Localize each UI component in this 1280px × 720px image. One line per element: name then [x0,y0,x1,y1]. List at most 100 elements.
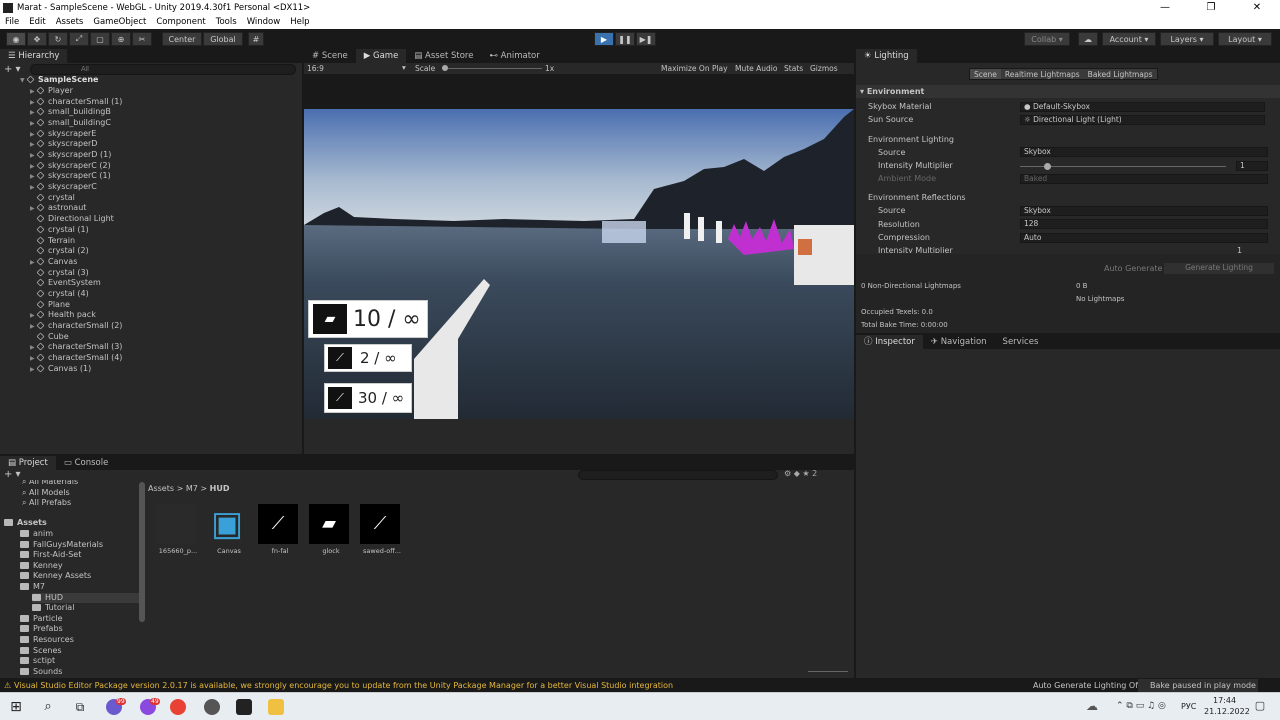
scene-root[interactable]: ▼ SampleScene [20,75,98,86]
tree-folder-item[interactable]: Tutorial [32,603,74,614]
auto-lighting-status[interactable]: Auto Generate Lighting Off [1033,679,1141,692]
hierarchy-item[interactable]: ▶ Health pack [30,310,96,321]
start-icon[interactable]: ⊞ [8,699,24,715]
hierarchy-item[interactable]: ▶ skyscraperD [30,139,97,150]
asset-thumbnail[interactable]: 165660_p... [156,504,200,555]
tab-animator[interactable]: ⊷ Animator [481,49,547,63]
project-filter-icons[interactable]: ⚙ ◆ ★ 2 [784,469,817,478]
hierarchy-item[interactable]: Directional Light [30,214,114,225]
hierarchy-item[interactable]: ▶ characterSmall (2) [30,321,122,332]
maximize-on-play-toggle[interactable]: Maximize On Play [661,64,728,73]
unity-editor-icon[interactable] [236,699,252,715]
thumbnail-size-slider[interactable] [808,671,848,672]
hierarchy-item[interactable]: ▶ skyscraperC (2) [30,161,111,172]
tree-folder-item[interactable]: First-Aid-Set [20,550,81,561]
tab-lighting[interactable]: ☀ Lighting [856,49,917,63]
maximize-button[interactable]: ❐ [1188,0,1234,15]
subtab-scene[interactable]: Scene [970,69,1001,79]
tree-folder-item[interactable]: Scenes [20,646,62,657]
tray-icons[interactable]: ⌃ ⧉ ▭ ♫ ◎ [1116,701,1166,711]
rotate-tool-icon[interactable]: ↻ [48,32,68,46]
minimize-button[interactable]: — [1142,0,1188,15]
move-tool-icon[interactable]: ✥ [27,32,47,46]
hierarchy-item[interactable]: ▶ characterSmall (4) [30,353,122,364]
hierarchy-item[interactable]: crystal (1) [30,225,89,236]
tree-folder-item[interactable]: Kenney [20,561,63,572]
tree-folder-item[interactable]: HUD [32,592,139,604]
menu-window[interactable]: Window [242,17,286,27]
tree-folder-item[interactable]: M7 [20,582,45,593]
status-warning[interactable]: Visual Studio Editor Package version 2.0… [14,679,673,692]
weather-icon[interactable]: ☁ [1084,699,1100,715]
tree-folder-item[interactable]: Prefabs [20,624,63,635]
hierarchy-item[interactable]: ▶ Player [30,86,73,97]
tab-game[interactable]: ▶ Game [355,49,407,63]
hierarchy-item[interactable]: crystal (4) [30,289,89,300]
env-source-dropdown[interactable]: Skybox [1020,147,1268,157]
scale-slider[interactable] [442,68,542,69]
expand-arrow-icon[interactable]: ▶ [30,365,37,376]
tree-folder-item[interactable]: sctipt [20,656,55,667]
tree-scrollbar[interactable] [139,482,145,622]
tab-scene[interactable]: # Scene [304,49,356,63]
hierarchy-item[interactable]: ▶ characterSmall (3) [30,342,122,353]
hierarchy-item[interactable]: Plane [30,300,70,311]
project-add-icon[interactable]: + ▾ [4,469,21,480]
auto-generate-toggle[interactable]: Auto Generate [1104,264,1162,273]
play-button[interactable]: ▶ [594,32,614,46]
menu-help[interactable]: Help [285,17,314,27]
hierarchy-item[interactable]: EventSystem [30,278,101,289]
menu-component[interactable]: Component [151,17,210,27]
hierarchy-item[interactable]: ▶ small_buildingB [30,107,111,118]
asset-thumbnail[interactable]: ▰ glock [309,504,353,555]
notifications-icon[interactable]: ▢ [1252,699,1268,715]
tab-inspector[interactable]: ⓘ Inspector [856,335,923,349]
hierarchy-item[interactable]: Cube [30,332,69,343]
custom-tool-icon[interactable]: ✂ [132,32,152,46]
asset-thumbnail[interactable]: ⟋ fn-fal [258,504,302,555]
tab-hierarchy[interactable]: ☰ Hierarchy [0,49,68,63]
tree-folder-item[interactable]: Kenney Assets [20,571,91,582]
menu-tools[interactable]: Tools [211,17,242,27]
hierarchy-item[interactable]: ▶ skyscraperC (1) [30,171,111,182]
skybox-material-field[interactable]: ● Default-Skybox [1020,102,1265,112]
tree-folder-item[interactable]: Particle [20,614,63,625]
favorite-item[interactable]: ⌕ All Prefabs [22,498,71,509]
environment-header[interactable]: ▾ Environment [856,85,1280,98]
collab-dropdown[interactable]: Collab ▾ [1024,32,1070,46]
menu-file[interactable]: File [0,17,24,27]
transform-tool-icon[interactable]: ⊕ [111,32,131,46]
hierarchy-item[interactable]: ▶ Canvas [30,257,77,268]
stats-toggle[interactable]: Stats [784,64,803,73]
aspect-dropdown[interactable]: 16:9 [307,64,324,73]
gizmos-dropdown[interactable]: Gizmos [810,64,838,73]
scale-tool-icon[interactable]: ⤢ [69,32,89,46]
hierarchy-item[interactable]: ▶ Canvas (1) [30,364,91,375]
mute-audio-toggle[interactable]: Mute Audio [735,64,777,73]
breadcrumb-assets[interactable]: Assets [148,484,174,493]
account-dropdown[interactable]: Account ▾ [1102,32,1156,46]
layout-dropdown[interactable]: Layout ▾ [1218,32,1272,46]
hierarchy-item[interactable]: crystal (2) [30,246,89,257]
favorite-item[interactable]: ⌕ All Models [22,488,70,499]
rect-tool-icon[interactable]: ▢ [90,32,110,46]
subtab-baked-lightmaps[interactable]: Baked Lightmaps [1083,69,1157,79]
tab-navigation[interactable]: ✈ Navigation [923,335,995,349]
menu-edit[interactable]: Edit [24,17,50,27]
asset-thumbnail[interactable]: ▣ Canvas [207,504,251,555]
add-icon[interactable]: + ▾ [4,64,21,75]
compression-dropdown[interactable]: Auto [1020,233,1268,243]
scale-slider-handle[interactable] [442,65,448,71]
favorite-item[interactable]: ⌕ All Materials [22,480,78,488]
game-viewport[interactable] [304,109,854,419]
file-explorer-icon[interactable] [268,699,284,715]
subtab-realtime-lightmaps[interactable]: Realtime Lightmaps [1000,69,1084,79]
tab-console[interactable]: ▭ Console [56,456,116,470]
hierarchy-item[interactable]: ▶ skyscraperE [30,129,96,140]
view-tool-icon[interactable]: ◉ [6,32,26,46]
pivot-center-button[interactable]: Center [162,32,202,46]
project-search-input[interactable] [578,470,778,480]
breadcrumb-hud[interactable]: HUD [210,484,230,493]
hierarchy-item[interactable]: ▶ small_buildingC [30,118,111,129]
clock-time[interactable]: 17:44 [1213,696,1236,705]
